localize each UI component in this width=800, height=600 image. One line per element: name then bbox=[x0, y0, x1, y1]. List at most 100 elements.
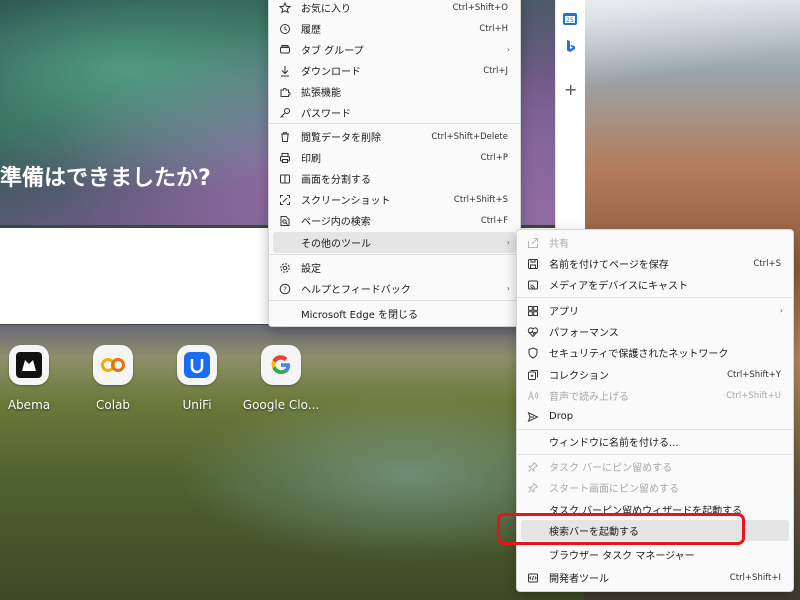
menu-item-label: タスク バーにピン留めする bbox=[549, 463, 673, 474]
menu-item-print[interactable]: 印刷 Ctrl+P bbox=[273, 147, 516, 168]
menu-item-label: 名前を付けてページを保存 bbox=[549, 260, 669, 271]
menu-item-read-aloud[interactable]: 音声で読み上げる Ctrl+Shift+U bbox=[521, 385, 789, 406]
menu-item-clear-browsing-data[interactable]: 閲覧データを削除 Ctrl+Shift+Delete bbox=[273, 126, 516, 147]
menu-item-secure-network[interactable]: セキュリティで保護されたネットワーク bbox=[521, 342, 789, 363]
abema-icon bbox=[9, 345, 49, 385]
menu-item-save-page[interactable]: 名前を付けてページを保存 Ctrl+S bbox=[521, 253, 789, 274]
name-window-icon-spacer bbox=[527, 436, 539, 448]
history-icon bbox=[279, 23, 291, 35]
menu-item-task-manager[interactable]: ブラウザー タスク マネージャー bbox=[521, 544, 789, 565]
menu-item-collections[interactable]: コレクション Ctrl+Shift+Y bbox=[521, 364, 789, 385]
menu-item-label: ブラウザー タスク マネージャー bbox=[549, 551, 695, 562]
menu-item-split-screen[interactable]: 画面を分割する bbox=[273, 168, 516, 189]
menu-item-history[interactable]: 履歴 Ctrl+H bbox=[273, 18, 516, 39]
find-icon bbox=[279, 215, 291, 227]
quick-link-abema[interactable]: Abema bbox=[0, 345, 69, 412]
add-icon[interactable]: + bbox=[564, 82, 580, 98]
menu-item-close-edge[interactable]: Microsoft Edge を閉じる bbox=[273, 303, 516, 324]
menu-item-cast-media[interactable]: メディアをデバイスにキャスト bbox=[521, 274, 789, 295]
menu-item-settings[interactable]: 設定 bbox=[273, 257, 516, 278]
google-icon bbox=[261, 345, 301, 385]
menu-item-label: 履歴 bbox=[301, 25, 321, 36]
gear-icon bbox=[279, 262, 291, 274]
quick-link-google[interactable]: Google Clo... bbox=[241, 345, 321, 412]
quick-link-colab[interactable]: Colab bbox=[73, 345, 153, 412]
svg-text:?: ? bbox=[283, 285, 287, 293]
menu-item-tab-groups[interactable]: タブ グループ › bbox=[273, 39, 516, 60]
menu-item-favorites[interactable]: お気に入り Ctrl+Shift+O bbox=[273, 0, 516, 18]
menu-item-label: 印刷 bbox=[301, 154, 321, 165]
menu-item-label: 設定 bbox=[301, 264, 321, 275]
menu-item-label: ウィンドウに名前を付ける... bbox=[549, 438, 679, 449]
print-icon bbox=[279, 152, 291, 164]
tab-groups-icon bbox=[279, 44, 291, 56]
drop-icon bbox=[527, 411, 539, 423]
menu-item-apps[interactable]: アプリ › bbox=[521, 300, 789, 321]
menu-item-more-tools[interactable]: その他のツール › bbox=[273, 232, 516, 253]
chevron-right-icon: › bbox=[506, 284, 510, 293]
menu-item-shortcut: Ctrl+Shift+S bbox=[453, 194, 508, 205]
chevron-right-icon: › bbox=[506, 45, 510, 54]
close-edge-icon-spacer bbox=[279, 308, 291, 320]
devtools-icon bbox=[527, 572, 539, 584]
cast-icon bbox=[527, 279, 539, 291]
greeting-heading: 準備はできましたか? bbox=[0, 166, 211, 191]
menu-item-label: メディアをデバイスにキャスト bbox=[549, 281, 688, 292]
quick-link-label: Google Clo... bbox=[242, 398, 320, 412]
menu-item-shortcut: Ctrl+Shift+U bbox=[726, 390, 781, 401]
bing-icon[interactable] bbox=[562, 38, 578, 54]
svg-text:25: 25 bbox=[566, 17, 574, 24]
menu-item-label: アプリ bbox=[549, 307, 579, 318]
menu-item-passwords[interactable]: パスワード bbox=[273, 102, 516, 123]
menu-item-label: 共有 bbox=[549, 239, 569, 250]
menu-item-shortcut: Ctrl+F bbox=[480, 215, 508, 226]
menu-item-label: Drop bbox=[549, 411, 574, 422]
more-tools-icon-spacer bbox=[279, 237, 291, 249]
menu-item-label: 開発者ツール bbox=[549, 574, 609, 585]
menu-item-label: ダウンロード bbox=[301, 67, 361, 78]
edge-settings-menu: お気に入り Ctrl+Shift+O 履歴 Ctrl+H タブ グループ › ダ… bbox=[268, 0, 521, 327]
menu-item-shortcut: Ctrl+J bbox=[483, 65, 508, 76]
pin-icon bbox=[527, 482, 539, 494]
quick-link-label: UniFi bbox=[182, 398, 212, 412]
menu-item-share[interactable]: 共有 bbox=[521, 232, 789, 253]
menu-item-performance[interactable]: パフォーマンス bbox=[521, 321, 789, 342]
outlook-icon[interactable]: 25 bbox=[562, 11, 578, 27]
share-icon bbox=[527, 237, 539, 249]
menu-item-label: その他のツール bbox=[301, 239, 371, 250]
menu-item-shortcut: Ctrl+Shift+Delete bbox=[431, 131, 508, 142]
quick-link-unifi[interactable]: UniFi bbox=[157, 345, 237, 412]
menu-item-drop[interactable]: Drop bbox=[521, 406, 789, 427]
split-screen-icon bbox=[279, 173, 291, 185]
read-aloud-icon bbox=[527, 389, 539, 402]
collections-icon bbox=[527, 369, 539, 381]
menu-item-shortcut: Ctrl+Shift+Y bbox=[727, 369, 781, 380]
menu-divider bbox=[517, 454, 793, 455]
menu-item-pin-taskbar[interactable]: タスク バーにピン留めする bbox=[521, 456, 789, 477]
menu-item-label: 画面を分割する bbox=[301, 175, 371, 186]
key-icon bbox=[279, 107, 291, 119]
menu-item-downloads[interactable]: ダウンロード Ctrl+J bbox=[273, 60, 516, 81]
menu-item-find-on-page[interactable]: ページ内の検索 Ctrl+F bbox=[273, 210, 516, 231]
performance-icon bbox=[527, 326, 539, 338]
menu-item-screenshot[interactable]: スクリーンショット Ctrl+Shift+S bbox=[273, 189, 516, 210]
menu-item-label: パフォーマンス bbox=[549, 328, 619, 339]
menu-divider bbox=[517, 297, 793, 298]
menu-item-label: 閲覧データを削除 bbox=[301, 133, 381, 144]
menu-item-developer-tools[interactable]: 開発者ツール Ctrl+Shift+I bbox=[521, 567, 789, 588]
menu-item-label: コレクション bbox=[549, 371, 609, 382]
menu-item-label: 拡張機能 bbox=[301, 88, 341, 99]
menu-item-shortcut: Ctrl+Shift+I bbox=[729, 572, 781, 583]
menu-item-label: お気に入り bbox=[301, 4, 351, 15]
menu-item-pin-start[interactable]: スタート画面にピン留めする bbox=[521, 477, 789, 498]
menu-item-name-window[interactable]: ウィンドウに名前を付ける... bbox=[521, 431, 789, 452]
menu-item-label: ヘルプとフィードバック bbox=[301, 285, 411, 296]
menu-divider bbox=[269, 123, 520, 124]
menu-item-extensions[interactable]: 拡張機能 bbox=[273, 81, 516, 102]
menu-item-help-feedback[interactable]: ? ヘルプとフィードバック › bbox=[273, 278, 516, 299]
extensions-icon bbox=[279, 86, 291, 98]
menu-item-shortcut: Ctrl+Shift+O bbox=[452, 2, 508, 13]
pin-icon bbox=[527, 461, 539, 473]
menu-divider bbox=[269, 300, 520, 301]
menu-item-label: ページ内の検索 bbox=[301, 217, 371, 228]
